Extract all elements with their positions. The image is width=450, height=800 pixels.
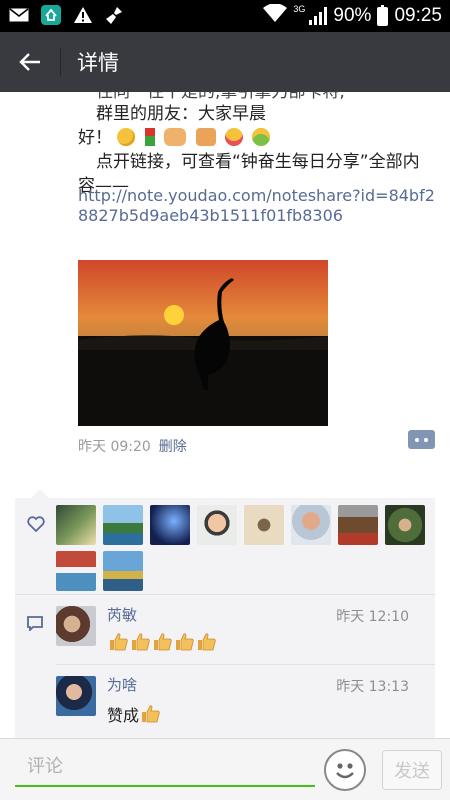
dot-icon [415,437,419,442]
wink-tongue-emoji [225,128,244,146]
comment-input[interactable] [15,747,315,787]
dot-icon [424,437,428,442]
thumbs-up-emoji [176,633,194,651]
hug-emoji [252,128,271,146]
handshake-emoji [164,128,187,146]
post-line-greeting: 群里的朋友：大家早晨 [96,104,266,124]
send-button[interactable]: 发送 [382,750,442,790]
comment-time: 昨天 13:13 [336,679,409,695]
avatar[interactable] [56,505,96,545]
heart-outline-icon [27,516,45,532]
network-type: 3G [293,4,306,14]
huawei-app-icon [40,5,62,25]
comment-text-content: 赞成 [107,706,140,725]
thumbs-up-emoji [198,633,216,651]
avatar[interactable] [103,551,143,591]
comment-bubble-icon [27,616,43,631]
comment-menu-button[interactable] [408,430,435,449]
avatar[interactable] [56,676,96,716]
avatar[interactable] [244,505,284,545]
thumbs-up-emoji [154,633,172,651]
avatar[interactable] [56,606,96,646]
thumbs-up-emoji [132,633,150,651]
comment-author[interactable]: 芮敏 [107,604,137,625]
smile-emoji [117,128,136,146]
back-button[interactable] [10,42,50,82]
post-line-instruction: 点开链接，可查看“钟奋生每日分享”全部内 [96,152,420,172]
post-line-prefix: 好！ [78,128,112,148]
post-text: 往同一往干是的,拿引擎刀部卡将, 群里的朋友：大家早晨 好！ 点开链接，可查看“… [78,92,438,198]
avatar[interactable] [150,505,190,545]
post-time: 昨天 09:20 [78,439,151,455]
avatar[interactable] [338,505,378,545]
avatar[interactable] [385,505,425,545]
post-link[interactable]: http://note.youdao.com/noteshare?id=84bf… [78,186,438,226]
arrow-left-icon [19,53,40,71]
comment-composer: 发送 [0,738,450,800]
comment-text: 赞成 [107,702,161,726]
avatar[interactable] [56,551,96,591]
like-avatar-grid [56,505,436,591]
crane-sunset-image [78,260,328,426]
emoji-button[interactable] [324,749,366,791]
clock: 09:25 [394,5,442,26]
post-photo[interactable] [78,260,328,426]
wifi-icon [263,3,288,28]
moment-detail[interactable]: 往同一往干是的,拿引擎刀部卡将, 群里的朋友：大家早晨 好！ 点开链接，可查看“… [0,92,450,738]
title-divider [60,48,61,76]
comment-row[interactable]: 为啥 昨天 13:13 赞成 [15,664,435,734]
comment-text [107,632,217,652]
cleaner-icon [104,5,126,25]
avatar[interactable] [103,505,143,545]
post-line-partial: 往同一往干是的,拿引擎刀部卡将, [96,92,345,102]
comment-author[interactable]: 为啥 [107,674,137,695]
title-bar: 详情 [0,32,450,92]
signal-icon [309,7,328,25]
warning-icon [72,5,94,25]
post-line-emojis: 好！ [78,126,438,150]
avatar[interactable] [291,505,331,545]
likes-comments-panel: 芮敏 昨天 12:10 为啥 昨天 13:13 赞成 [15,489,436,738]
fist-bump-emoji [195,128,216,146]
battery-icon [377,4,389,26]
post-meta: 昨天 09:20 删除 [78,436,187,456]
avatar[interactable] [197,505,237,545]
delete-link[interactable]: 删除 [159,436,187,456]
thumbs-up-emoji [142,705,160,723]
thumbs-up-emoji [110,633,128,651]
rose-emoji [144,128,155,146]
mail-icon [8,5,30,25]
comment-time: 昨天 12:10 [336,609,409,625]
status-bar: 3G 90% 09:25 [0,0,450,32]
battery-percent: 90% [333,5,372,26]
smiley-face-icon [336,763,354,779]
page-title: 详情 [77,51,119,75]
comment-row[interactable]: 芮敏 昨天 12:10 [15,594,435,664]
